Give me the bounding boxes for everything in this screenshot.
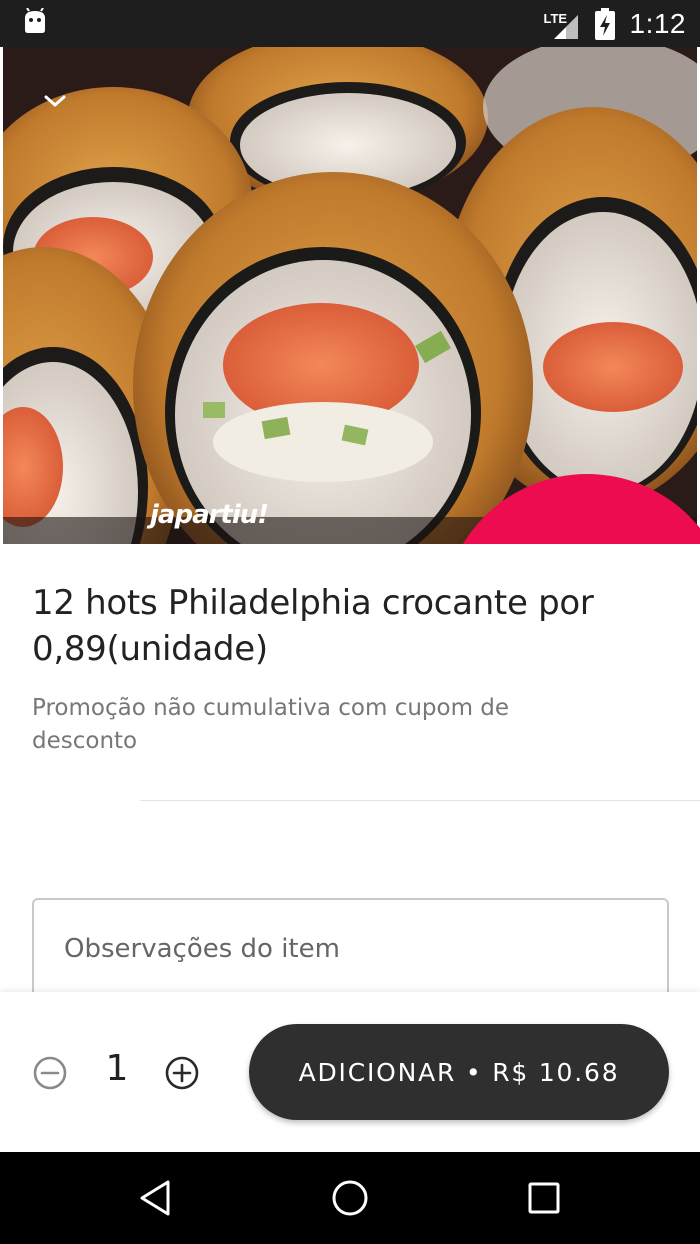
item-notes-placeholder: Observações do item [64, 934, 340, 964]
add-to-cart-bar: 1 ADICIONAR • R$ 10.68 [0, 992, 700, 1152]
back-icon[interactable] [136, 1178, 176, 1218]
system-navigation-bar [0, 1152, 700, 1244]
collapse-button[interactable] [38, 84, 72, 118]
recents-icon[interactable] [524, 1178, 564, 1218]
battery-charging-icon [594, 7, 615, 40]
divider [140, 800, 700, 801]
status-bar: LTE 1:12 [0, 0, 700, 47]
clock: 1:12 [629, 7, 686, 39]
signal-icon: LTE [544, 9, 580, 39]
home-icon[interactable] [330, 1178, 370, 1218]
chevron-down-icon [44, 95, 66, 107]
product-image [3, 47, 697, 544]
add-to-cart-button[interactable]: ADICIONAR • R$ 10.68 [249, 1024, 669, 1120]
brand-watermark: japartiu! [150, 500, 269, 530]
add-to-cart-label: ADICIONAR • R$ 10.68 [298, 1057, 620, 1087]
minus-circle-icon[interactable] [32, 1055, 68, 1091]
product-description: Promoção não cumulativa com cupom de des… [32, 695, 510, 754]
product-title: 12 hots Philadelphia crocante por 0,89(u… [32, 583, 594, 669]
android-icon [25, 8, 45, 33]
quantity-value: 1 [105, 1048, 129, 1089]
plus-circle-icon[interactable] [164, 1055, 200, 1091]
